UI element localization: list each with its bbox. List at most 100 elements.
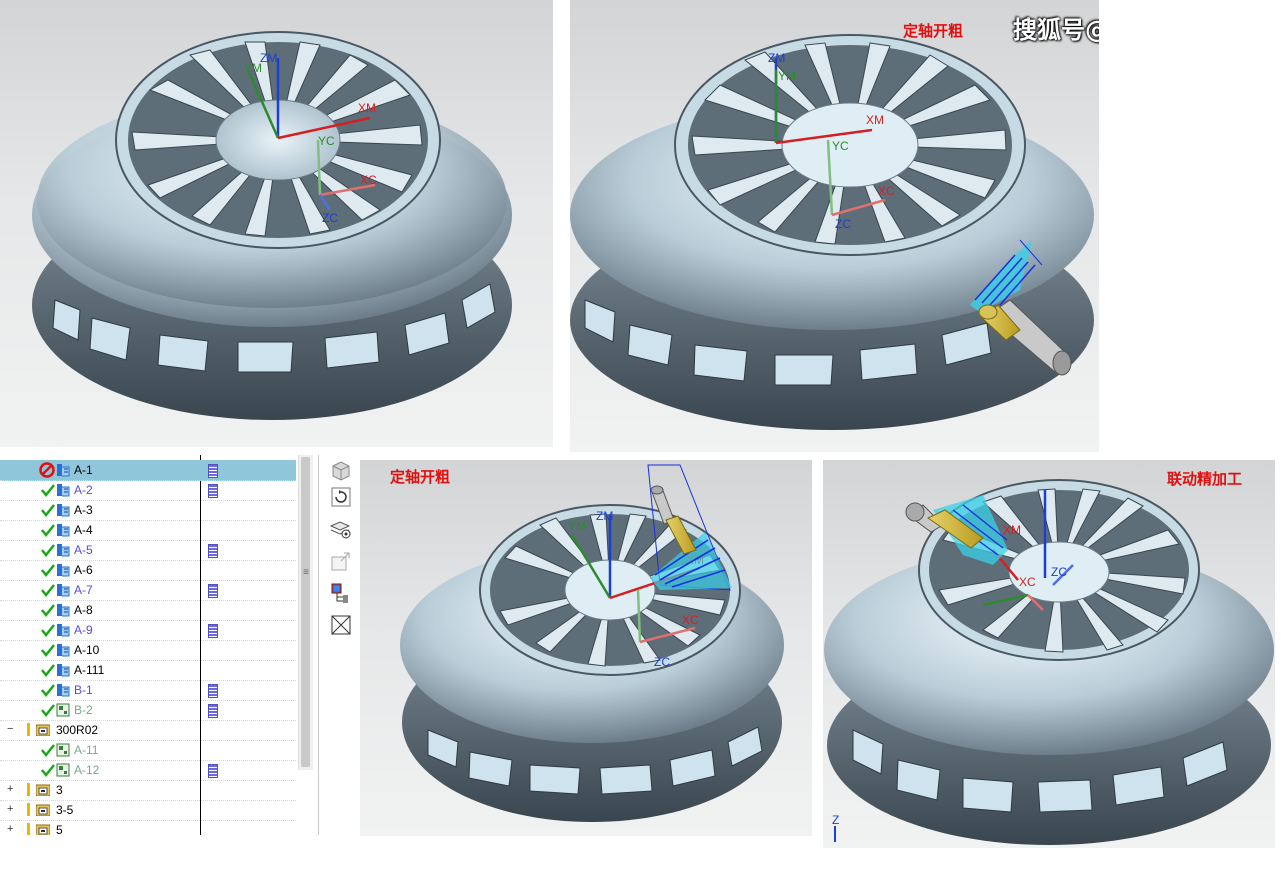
expand-icon[interactable]: + [7,783,13,795]
assembly-navigator-icon[interactable] [329,581,353,605]
program-folder-icon [35,824,51,835]
program-group-row[interactable]: +3 [0,780,296,801]
complete-check-icon [40,662,56,678]
mill-operation-icon [56,583,70,597]
axis-label-yc: YC [318,134,335,148]
axis-label-xc: XC [682,613,699,627]
operation-name: A-9 [74,623,93,637]
tool-column-icon [208,684,218,698]
operation-caption: 定轴开粗 [390,468,451,486]
settings-layers-icon[interactable] [329,517,353,541]
mill-operation-icon [56,503,70,517]
operation-row[interactable]: B-2 [0,700,296,721]
operation-row[interactable]: A-7 [0,580,296,601]
operation-navigator[interactable]: A-1 A-2 A-3 A-4 A-5 A-6 A-7 A-8 A-9 A-10 A-111 B-1 B… [0,455,319,835]
operation-name: A-1 [74,463,93,477]
complete-check-icon [40,702,56,718]
operation-row[interactable]: A-10 [0,640,296,661]
complete-check-icon [40,682,56,698]
axis-label-xc: XC [1019,575,1036,589]
operation-name: A-11 [74,743,99,757]
axis-label-zc: ZC [1051,565,1067,579]
operation-row[interactable]: A-2 [0,480,296,501]
contour-operation-icon [56,763,70,777]
cube-icon[interactable] [329,459,353,483]
operation-name: A-10 [74,643,100,657]
axis-label-zc: ZC [322,211,338,225]
contour-operation-icon [56,743,70,757]
tool-column-icon [208,544,218,558]
operation-row[interactable]: A-6 [0,560,296,581]
scroll-grip-icon: ≡ [303,567,309,578]
program-group-row[interactable]: +3-5 [0,800,296,821]
operation-row[interactable]: A-111 [0,660,296,681]
warning-bar-icon [27,803,30,816]
impeller-model-finishing: XM XC ZC Z [824,479,1274,845]
collapse-icon[interactable]: − [7,723,13,735]
complete-check-icon [40,762,56,778]
axis-label-zm: ZM [260,51,277,65]
operation-name: A-2 [74,483,93,497]
complete-check-icon [40,542,56,558]
export-icon[interactable] [329,549,353,573]
close-box-icon[interactable] [329,613,353,637]
complete-check-icon [40,622,56,638]
operation-name: 3-5 [56,803,74,817]
axis-label-xm: XM [866,113,884,127]
navigator-scrollbar[interactable]: ≡ [298,455,313,770]
history-icon[interactable] [329,485,353,509]
operation-row[interactable]: B-1 [0,680,296,701]
scroll-thumb[interactable] [301,457,310,767]
operation-row[interactable]: A-8 [0,600,296,621]
tool-column-icon [208,484,218,498]
axis-label-ym: YM [244,61,262,75]
contour-operation-icon [56,703,70,717]
viewport-top-left[interactable]: ZM YM XM YC XC ZC [0,0,553,447]
axis-label-zm: ZM [596,509,613,523]
triad-label-z: Z [832,813,839,827]
tool-column-icon [208,624,218,638]
axis-label-ym: YM [778,69,796,83]
viewport-bottom-right[interactable]: XM XC ZC Z 联动精加工 [823,460,1275,848]
axis-label-xm: XM [358,101,376,115]
operation-caption: 联动精加工 [1167,470,1243,488]
complete-check-icon [40,522,56,538]
operation-row[interactable]: A-11 [0,740,296,761]
expand-icon[interactable]: + [7,803,13,815]
viewport-bottom-middle[interactable]: ZM YM XM XC ZC 定轴开粗 [360,460,812,836]
regenerate-required-icon [39,462,55,478]
operation-name: 5 [56,823,63,835]
expand-icon[interactable]: + [7,823,13,835]
axis-label-yc: YC [832,139,849,153]
operation-row[interactable]: A-1 [0,460,296,481]
program-folder-icon [35,804,51,817]
mill-operation-icon [56,663,70,677]
operation-name: A-111 [74,663,105,677]
axis-label-zm: ZM [768,51,785,65]
program-group-row[interactable]: +5 [0,820,296,835]
axis-label-ym: YM [568,519,586,533]
program-group-row[interactable]: − 300R02 [0,720,296,741]
tool-column-icon [208,764,218,778]
operation-name: A-6 [74,563,93,577]
axis-label-xc: XC [360,173,377,187]
operation-name: B-2 [74,703,93,717]
operation-name: A-8 [74,603,93,617]
operation-row[interactable]: A-3 [0,500,296,521]
operation-row[interactable]: A-4 [0,520,296,541]
operation-row[interactable]: A-5 [0,540,296,561]
impeller-model-top-roughing: ZM YM XM XC ZC [400,464,784,822]
viewport-top-right[interactable]: ZM YM XM YC XC ZC 定轴开粗 搜狐号@正版UG软件 [570,0,1099,452]
mill-operation-icon [56,563,70,577]
watermark: 搜狐号@正版UG软件 [1013,16,1099,44]
mill-operation-icon [56,683,70,697]
operation-name: A-12 [74,763,100,777]
mill-operation-icon [56,603,70,617]
operation-row[interactable]: A-9 [0,620,296,641]
mill-operation-icon [56,643,70,657]
complete-check-icon [40,602,56,618]
complete-check-icon [40,742,56,758]
mill-operation-icon [56,483,70,497]
axis-label-zc: ZC [835,217,851,231]
operation-row[interactable]: A-12 [0,760,296,781]
